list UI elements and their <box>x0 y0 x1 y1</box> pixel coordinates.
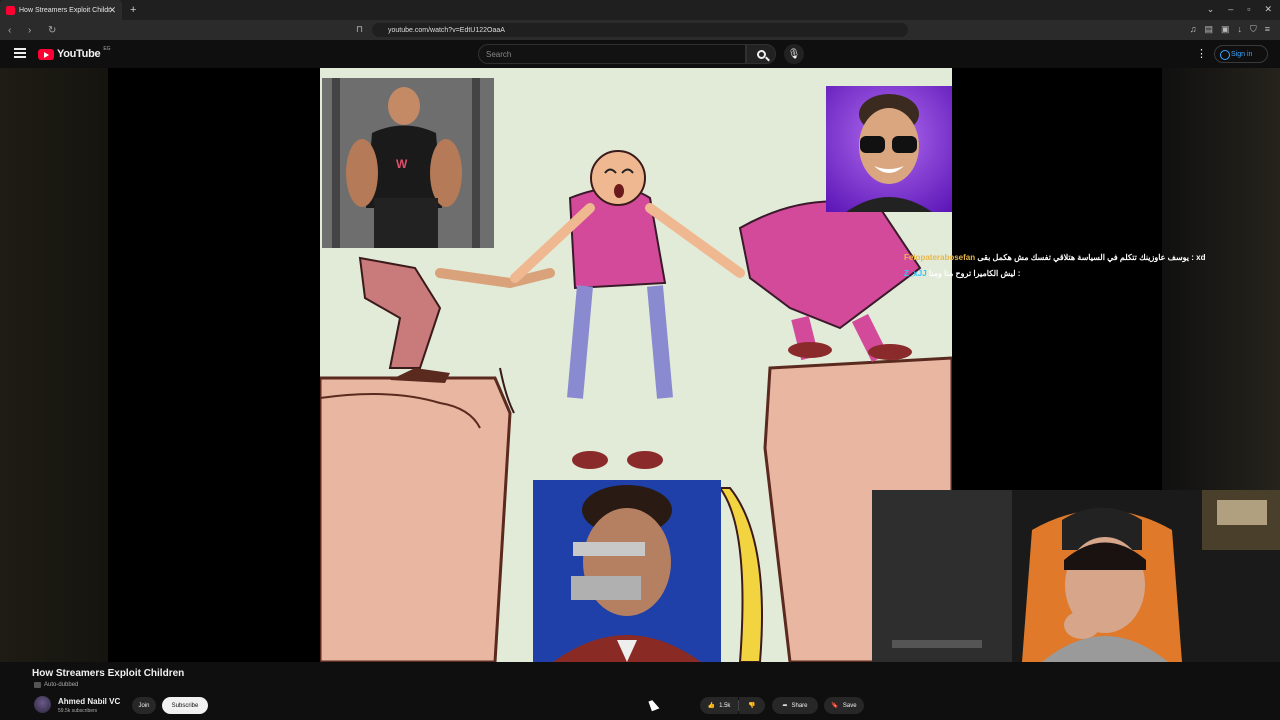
hamburger-icon[interactable] <box>14 48 26 58</box>
extension-icons: ♫ ▤ ▣ ↓ ⛉ ≡ <box>1190 24 1270 35</box>
thumb-up-icon: 👍 <box>707 703 716 709</box>
close-window-icon[interactable]: ✕ <box>1264 4 1272 15</box>
media-icon[interactable]: ♫ <box>1190 24 1197 35</box>
subscribe-button[interactable]: Subscribe <box>162 697 208 714</box>
facecam-overlay <box>872 490 1280 662</box>
video-metadata: How Streamers Exploit Children Auto-dubb… <box>0 662 1280 720</box>
microphone-icon: 🎙 <box>787 48 801 60</box>
gym-photo-overlay: W <box>322 78 494 248</box>
search-input[interactable]: Search <box>478 44 746 64</box>
chat-username: Felopaterabosefan <box>904 253 976 262</box>
sign-in-label: Sign in <box>1231 50 1253 58</box>
chat-message: Z_xJJ ليش الكاميرا تروح منا ومنا : <box>904 266 1222 282</box>
voice-search-button[interactable]: 🎙 <box>784 44 804 64</box>
youtube-logo-text: YouTube <box>57 48 101 60</box>
reader-icon[interactable]: ▤ <box>1204 24 1213 35</box>
chat-message: Felopaterabosefan يوسف عاوزينك تتكلم في … <box>904 250 1222 266</box>
subscriber-count: 59.5k subscribers <box>58 708 98 714</box>
svg-text:W: W <box>396 157 408 171</box>
youtube-play-icon <box>38 48 54 60</box>
video-title: How Streamers Exploit Children <box>32 668 185 679</box>
browser-menu-icon[interactable]: ≡ <box>1265 24 1270 35</box>
like-count: 1.5k <box>719 702 731 709</box>
youtube-favicon-icon <box>6 5 15 15</box>
url-text: youtube.com/watch?v=EdtU122OaaA <box>388 26 505 34</box>
forward-icon[interactable]: › <box>28 25 40 36</box>
dislike-button[interactable]: 👎 <box>739 697 765 714</box>
search-placeholder: Search <box>486 49 512 59</box>
sunglasses-streamer-overlay <box>826 86 952 212</box>
search-button[interactable] <box>746 44 776 64</box>
wallet-icon[interactable]: ▣ <box>1221 24 1230 35</box>
tab-title: How Streamers Exploit Childr <box>19 6 111 14</box>
auto-dubbed-label: Auto-dubbed <box>44 682 79 688</box>
shield-icon[interactable]: ⛉ <box>1250 24 1257 35</box>
join-button[interactable]: Join <box>132 697 156 714</box>
address-bar[interactable]: youtube.com/watch?v=EdtU122OaaA <box>372 23 908 37</box>
thumb-down-icon: 👎 <box>748 703 756 709</box>
close-tab-icon[interactable]: ✕ <box>108 5 116 16</box>
browser-tab[interactable]: How Streamers Exploit Childr ✕ <box>0 0 122 20</box>
like-button[interactable]: 👍 1.5k <box>700 697 738 714</box>
share-icon: ➦ <box>782 703 788 709</box>
browser-tab-bar: How Streamers Exploit Childr ✕ + ⌄ – ▫ ✕ <box>0 0 1280 20</box>
back-icon[interactable]: ‹ <box>8 25 20 36</box>
kebab-icon[interactable]: ⋮ <box>1196 47 1207 60</box>
window-controls: ⌄ – ▫ ✕ <box>1207 4 1272 15</box>
new-tab-button[interactable]: + <box>130 4 136 16</box>
channel-name[interactable]: Ahmed Nabil VC <box>58 697 120 706</box>
minimize-icon[interactable]: – <box>1228 4 1233 15</box>
youtube-header: YouTube EG Search 🎙 ⋮ Sign in <box>0 40 1280 68</box>
bookmark-page-icon[interactable]: ⊓ <box>356 24 363 35</box>
dub-icon <box>34 682 41 688</box>
stream-chat-overlay: Felopaterabosefan يوسف عاوزينك تتكلم في … <box>904 250 1222 282</box>
maximize-icon[interactable]: ▫ <box>1247 4 1250 15</box>
youtube-logo[interactable]: YouTube EG <box>38 46 111 60</box>
share-label: Share <box>791 702 808 709</box>
search-icon <box>756 49 766 59</box>
video-player[interactable]: W Felopaterabosefan يوسف عاوزينك تتكلم ف… <box>0 68 1280 662</box>
bookmark-icon: 🔖 <box>831 703 839 709</box>
ambient-left <box>0 68 108 662</box>
share-button[interactable]: ➦ Share <box>772 697 818 714</box>
chat-text: يوسف عاوزينك تتكلم في السياسة هتلاقي تفس… <box>977 253 1206 262</box>
tab-list-icon[interactable]: ⌄ <box>1207 4 1215 15</box>
chat-username: Z_xJJ <box>904 269 927 278</box>
collage-face-overlay <box>533 480 721 662</box>
auto-dubbed-badge: Auto-dubbed <box>34 682 78 688</box>
save-label: Save <box>842 702 857 709</box>
sign-in-button[interactable]: Sign in <box>1214 45 1268 63</box>
browser-toolbar: ‹ › ↻ ⊓ youtube.com/watch?v=EdtU122OaaA … <box>0 20 1280 40</box>
join-label: Join <box>138 702 150 709</box>
download-icon[interactable]: ↓ <box>1237 24 1242 35</box>
reload-icon[interactable]: ↻ <box>48 25 60 36</box>
chat-text: ليش الكاميرا تروح منا ومنا : <box>928 269 1021 278</box>
avatar[interactable] <box>34 696 51 713</box>
subscribe-label: Subscribe <box>171 702 199 709</box>
country-code: EG <box>103 46 111 52</box>
save-button[interactable]: 🔖 Save <box>824 697 864 714</box>
